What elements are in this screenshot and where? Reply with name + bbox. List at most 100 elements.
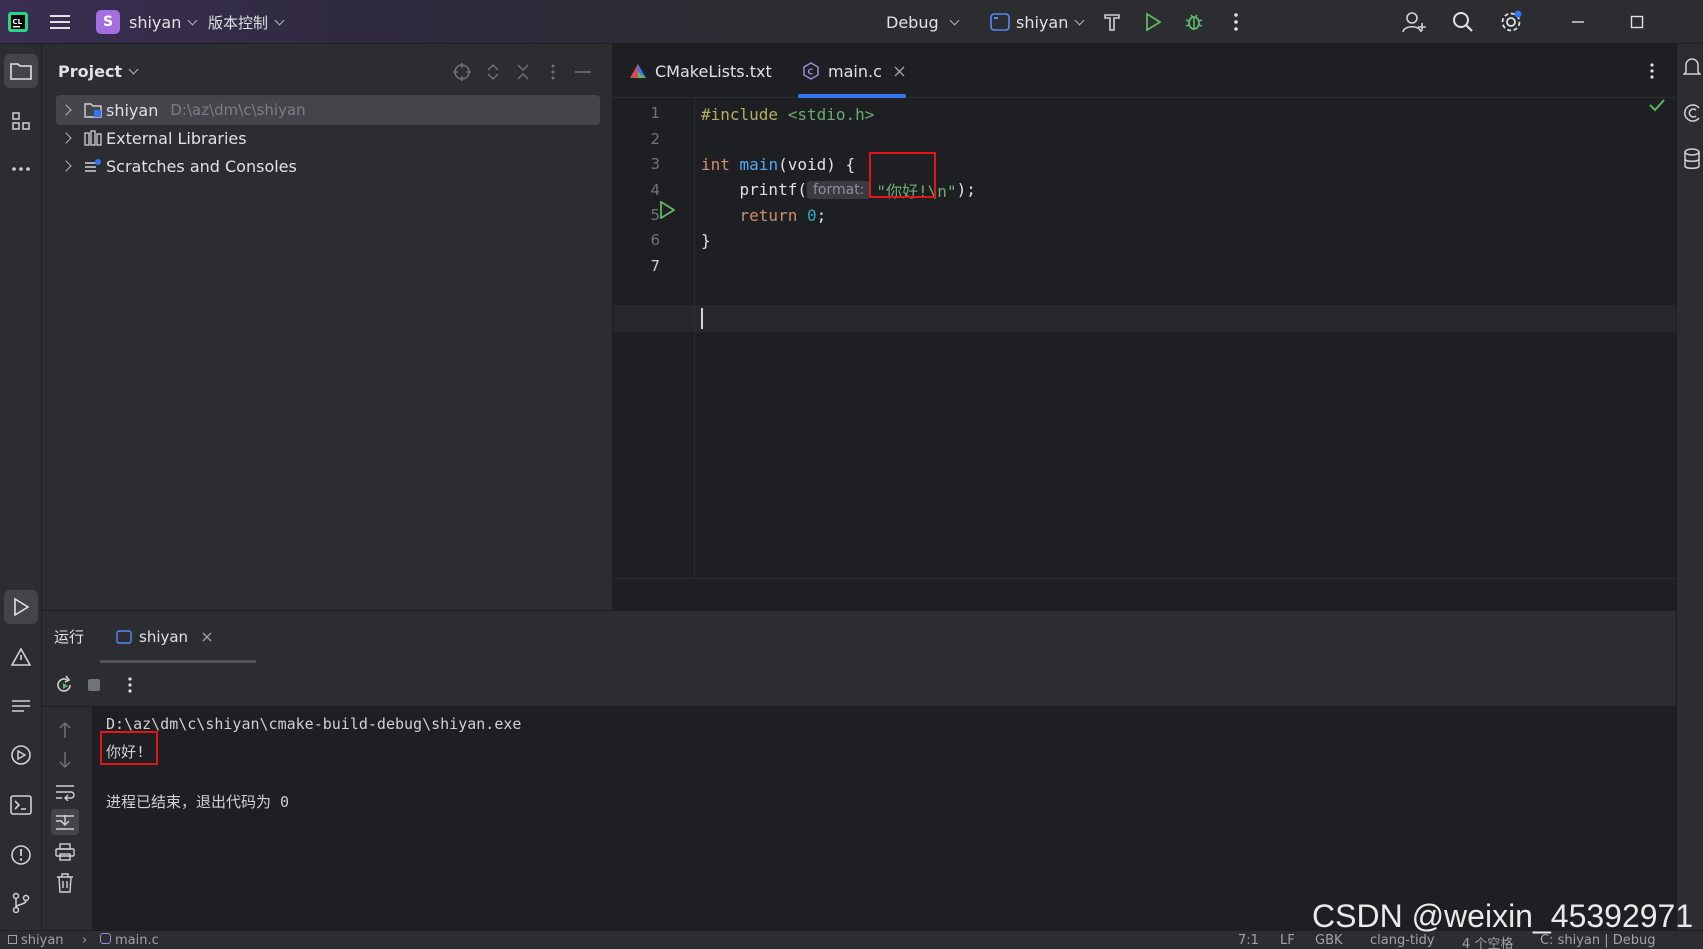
- run-more-icon[interactable]: [127, 676, 133, 694]
- git-branch-icon[interactable]: [4, 886, 38, 920]
- module-folder-icon: [84, 101, 102, 119]
- search-icon[interactable]: [1449, 8, 1477, 36]
- cursor-position[interactable]: 7:1: [1238, 933, 1259, 948]
- hide-panel-icon[interactable]: [573, 62, 593, 82]
- project-view-selector[interactable]: Project: [58, 62, 139, 81]
- code-line-6[interactable]: }: [701, 227, 711, 254]
- breadcrumb-label: shiyan: [21, 933, 64, 948]
- run-tab-shiyan[interactable]: shiyan: [100, 611, 256, 663]
- editor-horizontal-scroll-area[interactable]: [613, 578, 1676, 610]
- code-line-3[interactable]: int main (void) {: [701, 151, 855, 178]
- structure-icon[interactable]: [4, 104, 38, 138]
- scroll-down-icon[interactable]: [58, 751, 72, 769]
- scroll-up-icon[interactable]: [58, 721, 72, 739]
- soft-wrap-icon[interactable]: [55, 783, 75, 801]
- notifications-bell-icon[interactable]: [1683, 56, 1701, 78]
- file-encoding[interactable]: GBK: [1315, 933, 1343, 948]
- locate-target-icon[interactable]: [452, 62, 472, 82]
- problems-warning-icon[interactable]: [4, 640, 38, 674]
- run-icon[interactable]: [1139, 8, 1167, 36]
- run-panel-title: 运行: [54, 628, 85, 646]
- collapse-all-icon[interactable]: [513, 62, 533, 82]
- c-file-icon: [100, 933, 111, 944]
- run-tool-icon[interactable]: [4, 590, 38, 624]
- line-number: 6: [650, 231, 660, 249]
- line-number: 4: [650, 181, 660, 199]
- chevron-down-icon: [128, 64, 139, 75]
- expand-all-icon[interactable]: [483, 62, 503, 82]
- project-panel-header: Project: [42, 44, 613, 98]
- options-vertical-icon[interactable]: [543, 62, 563, 82]
- run-tool-header: 运行 shiyan: [42, 611, 1676, 663]
- main-menu-icon[interactable]: [46, 8, 74, 36]
- tab-label: main.c: [828, 61, 882, 81]
- project-folder-icon[interactable]: [4, 54, 38, 88]
- line-separator[interactable]: LF: [1280, 933, 1295, 948]
- clear-trash-icon[interactable]: [56, 873, 74, 893]
- project-panel: Project shiyan D:\az\dm\c\shiyan Externa…: [42, 44, 613, 610]
- close-tab-icon[interactable]: [894, 66, 905, 77]
- title-bar: CL S shiyan 版本控制 Debug shiyan: [0, 0, 1703, 44]
- no-problems-check-icon[interactable]: [1648, 98, 1666, 112]
- code-inspector[interactable]: clang-tidy: [1370, 933, 1435, 948]
- tabs-more-icon[interactable]: [1649, 62, 1655, 80]
- target-selector[interactable]: shiyan: [990, 0, 1085, 44]
- tab-cmakelists[interactable]: CMakeLists.txt: [629, 44, 779, 98]
- project-panel-title: Project: [58, 62, 123, 81]
- console-window-icon: [116, 630, 132, 644]
- maximize-icon[interactable]: [1623, 8, 1651, 36]
- more-horizontal-icon[interactable]: [4, 152, 38, 186]
- clion-logo-icon[interactable]: CL: [4, 8, 32, 36]
- code-token: #include: [701, 105, 779, 124]
- code-line-5[interactable]: return 0;: [701, 202, 827, 229]
- module-icon: [8, 935, 17, 944]
- indent-setting[interactable]: 4 个空格: [1462, 933, 1513, 949]
- close-tab-icon[interactable]: [202, 632, 212, 642]
- line-number: 7: [650, 257, 660, 275]
- editor-gutter: 1 2 3 4 5 6 7: [613, 98, 695, 578]
- expand-arrow-icon[interactable]: [60, 160, 72, 172]
- more-vertical-icon[interactable]: [1222, 8, 1250, 36]
- run-tool-window: 运行 shiyan D:\az\dm\c\shiyan\cmake-build-…: [42, 610, 1676, 931]
- chevron-down-icon: [274, 15, 285, 25]
- problems-icon[interactable]: [4, 838, 38, 872]
- build-hammer-icon[interactable]: [1098, 8, 1126, 36]
- annotation-highlight-box: [100, 731, 158, 765]
- database-icon[interactable]: [1683, 148, 1701, 170]
- run-config-selector[interactable]: Debug: [886, 0, 960, 44]
- stop-icon[interactable]: [86, 677, 102, 693]
- svg-text:C: C: [808, 68, 814, 77]
- vcs-menu[interactable]: 版本控制: [208, 0, 285, 44]
- run-config-label: Debug: [886, 12, 939, 32]
- services-icon[interactable]: [4, 738, 38, 772]
- c-file-icon: C: [802, 62, 820, 80]
- project-switcher[interactable]: S shiyan: [96, 0, 198, 44]
- tree-item-external-libraries[interactable]: External Libraries: [56, 123, 600, 153]
- chevron-down-icon: [1074, 15, 1085, 25]
- ai-assistant-icon[interactable]: [1683, 102, 1701, 124]
- print-icon[interactable]: [55, 843, 75, 861]
- breadcrumb-project[interactable]: shiyan: [8, 933, 64, 948]
- tree-item-scratches[interactable]: Scratches and Consoles: [56, 151, 600, 181]
- tab-main-c[interactable]: C main.c: [798, 44, 906, 98]
- rerun-icon[interactable]: [54, 675, 74, 695]
- terminal-icon[interactable]: [4, 788, 38, 822]
- scroll-to-end-icon[interactable]: [51, 809, 79, 835]
- breadcrumb-file[interactable]: main.c: [100, 933, 159, 948]
- expand-arrow-icon[interactable]: [60, 132, 72, 144]
- line-number: 1: [650, 104, 660, 122]
- build-context[interactable]: C: shiyan | Debug: [1540, 933, 1656, 948]
- tree-item-path: D:\az\dm\c\shiyan: [170, 101, 306, 119]
- settings-gear-icon[interactable]: [1497, 8, 1525, 36]
- messages-list-icon[interactable]: [4, 690, 38, 724]
- code-line-1[interactable]: #include <stdio.h>: [701, 101, 874, 128]
- add-user-icon[interactable]: [1400, 8, 1428, 36]
- expand-arrow-icon[interactable]: [60, 104, 72, 116]
- console-exe-path: D:\az\dm\c\shiyan\cmake-build-debug\shiy…: [106, 715, 522, 733]
- tree-item-project-root[interactable]: shiyan D:\az\dm\c\shiyan: [56, 95, 600, 125]
- run-gutter-icon[interactable]: [659, 201, 675, 219]
- editor-area: CMakeLists.txt C main.c 1 2 3 4 5 6 7 #i…: [613, 44, 1676, 610]
- debug-bug-icon[interactable]: [1180, 8, 1208, 36]
- minimize-icon[interactable]: [1564, 8, 1592, 36]
